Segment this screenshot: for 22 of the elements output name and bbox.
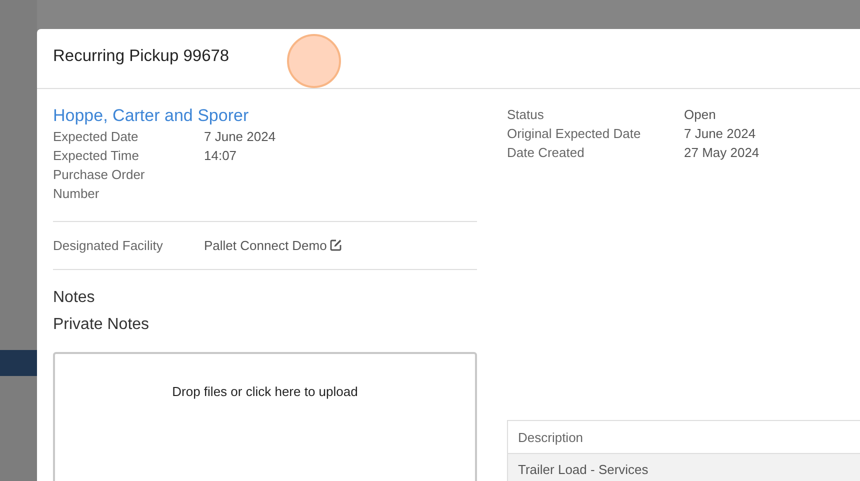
notes-heading: Notes bbox=[53, 288, 95, 308]
upload-dropzone[interactable]: Drop files or click here to upload bbox=[53, 352, 477, 481]
field-value: 7 June 2024 bbox=[204, 129, 276, 144]
edit-icon[interactable] bbox=[330, 239, 342, 251]
description-link[interactable]: Trailer Load - Services bbox=[518, 462, 648, 477]
private-notes-heading: Private Notes bbox=[53, 315, 150, 335]
field-label: Designated Facility bbox=[53, 238, 163, 253]
field-label: Purchase Order Number bbox=[53, 167, 145, 201]
field-label: Expected Date bbox=[53, 129, 138, 144]
field-label: Status bbox=[507, 107, 544, 122]
field-label: Expected Time bbox=[53, 148, 139, 163]
upload-prompt: Drop files or click here to upload bbox=[172, 384, 358, 399]
field-value: 27 May 2024 bbox=[684, 145, 760, 160]
field-value: Pallet Connect Demo bbox=[204, 238, 327, 253]
field-value: Open bbox=[684, 107, 716, 122]
field-value: 7 June 2024 bbox=[684, 126, 756, 141]
field-value: 14:07 bbox=[204, 148, 237, 163]
field-label: Date Created bbox=[507, 145, 584, 160]
backdrop-highlight bbox=[0, 350, 37, 376]
customer-link[interactable]: Hoppe, Carter and Sporer bbox=[53, 105, 249, 127]
dialog-title: Recurring Pickup 99678 bbox=[53, 47, 230, 65]
field-label: Original Expected Date bbox=[507, 126, 641, 141]
